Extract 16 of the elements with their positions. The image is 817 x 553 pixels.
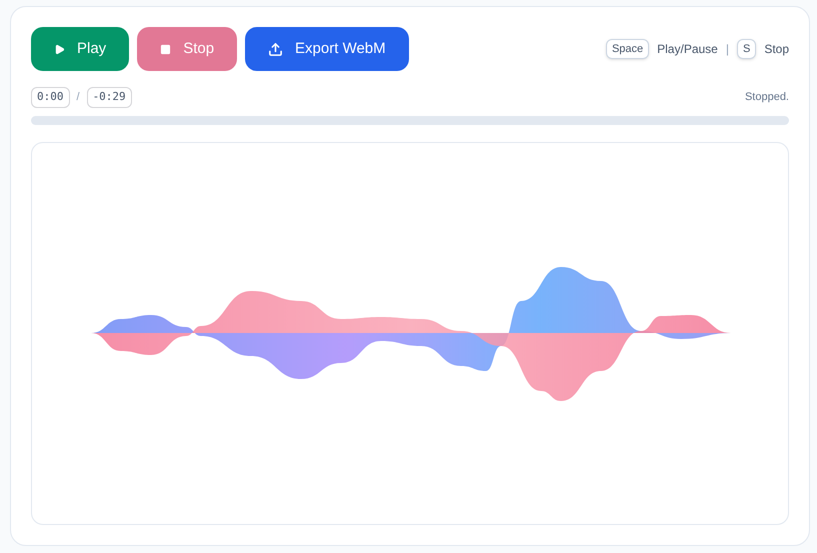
play-button[interactable]: Play — [31, 27, 130, 71]
progress-bar[interactable] — [31, 116, 789, 124]
remaining-time: -0:29 — [86, 87, 132, 108]
upload-icon — [268, 42, 284, 56]
shortcut-label: Stop — [764, 41, 789, 58]
export-button[interactable]: Export WebM — [245, 27, 409, 71]
elapsed-time: 0:00 — [31, 87, 70, 108]
separator: | — [726, 41, 729, 58]
key-badge: S — [736, 38, 756, 60]
key-badge: Space — [606, 38, 650, 60]
stop-button[interactable]: Stop — [137, 27, 238, 71]
shortcut-label: Play/Pause — [657, 41, 718, 58]
play-icon — [54, 44, 65, 54]
time-separator: / — [76, 90, 80, 105]
stop-icon — [160, 44, 172, 54]
status-text: Stopped. — [744, 90, 789, 105]
